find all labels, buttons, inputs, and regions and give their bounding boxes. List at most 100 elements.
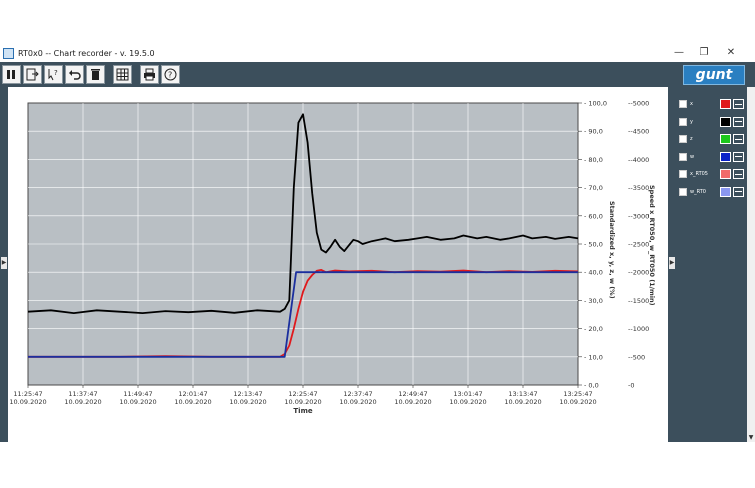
toolbar: ? ?	[0, 62, 755, 87]
y2-tick-label: --2000	[628, 269, 649, 277]
legend-series-name: y	[690, 118, 693, 125]
legend-color-swatch[interactable]	[720, 134, 731, 144]
chart-area: 11:25:47 10.09.2020 11:37:47 10.09.2020 11:4…	[8, 87, 668, 442]
y-tick-label: - 50,0	[584, 241, 603, 249]
x-tick-label: 13:13:47	[508, 390, 537, 398]
x-tick-label: 13:25:47	[563, 390, 592, 398]
scroll-down-arrow-icon[interactable]: ▼	[747, 434, 755, 442]
legend-color-swatch[interactable]	[720, 99, 731, 109]
x-tick-date-label: 10.09.2020	[64, 398, 101, 406]
y-tick-label: - 90,0	[584, 128, 603, 136]
legend-visibility-checkbox[interactable]	[679, 100, 687, 108]
x-tick-date-label: 10.09.2020	[119, 398, 156, 406]
vertical-scrollbar[interactable]: ▼	[747, 87, 755, 442]
legend-visibility-checkbox[interactable]	[679, 135, 687, 143]
x-tick-label: 12:25:47	[288, 390, 317, 398]
y-tick-label: - 100,0	[584, 100, 607, 108]
x-tick-date-label: 10.09.2020	[174, 398, 211, 406]
legend-item: z	[679, 133, 744, 145]
app-icon	[3, 47, 14, 59]
legend-item: w_RT0	[679, 186, 744, 198]
x-tick-date-label: 10.09.2020	[559, 398, 596, 406]
x-tick-label: 12:01:47	[178, 390, 207, 398]
y-tick-label: - 30,0	[584, 297, 603, 305]
x-tick-label: 11:37:47	[68, 390, 97, 398]
y2-tick-label: --1000	[628, 325, 649, 333]
right-collapse-strip: ▶	[668, 87, 676, 442]
x-tick-date-label: 10.09.2020	[229, 398, 266, 406]
legend-visibility-checkbox[interactable]	[679, 170, 687, 178]
x-tick-date-label: 10.09.2020	[394, 398, 431, 406]
x-tick-label: 11:25:47	[13, 390, 42, 398]
legend-line-style-button[interactable]	[733, 134, 744, 144]
close-button[interactable]: ✕	[720, 45, 742, 61]
grid-button[interactable]	[113, 65, 132, 84]
svg-text:?: ?	[168, 71, 172, 80]
x-tick-label: 11:49:47	[123, 390, 152, 398]
y2-tick-label: --1500	[628, 297, 649, 305]
grid-icon	[116, 68, 129, 81]
print-button[interactable]	[140, 65, 159, 84]
legend-visibility-checkbox[interactable]	[679, 117, 687, 126]
maximize-button[interactable]: ❐	[693, 45, 715, 61]
y2-tick-label: --3500	[628, 184, 649, 192]
undo-button[interactable]	[65, 65, 84, 84]
x-tick-label: 13:01:47	[453, 390, 482, 398]
pause-button[interactable]	[2, 65, 21, 84]
legend-item: y	[679, 116, 744, 128]
legend-color-swatch[interactable]	[720, 186, 731, 197]
legend-series-name: x	[690, 101, 693, 107]
collapse-legend-arrow-icon[interactable]: ▶	[669, 257, 675, 269]
line-chart: 11:25:4710.09.202011:37:4710.09.202011:4…	[9, 100, 656, 416]
title-bar: RT0x0 -- Chart recorder - v. 19.5.0 — ❐ …	[0, 44, 755, 62]
legend-series-name: w_RT0	[690, 188, 706, 195]
help-icon: ?	[164, 68, 177, 81]
legend-series-name: x_RT05	[690, 171, 708, 177]
legend-line-style-button[interactable]	[733, 99, 744, 109]
chart-recorder-window: RT0x0 -- Chart recorder - v. 19.5.0 — ❐ …	[0, 44, 755, 442]
legend-visibility-checkbox[interactable]	[679, 187, 687, 196]
legend-color-swatch[interactable]	[720, 151, 731, 162]
legend-item: x_RT05	[679, 168, 744, 180]
expand-left-arrow-icon[interactable]: ▶	[1, 257, 7, 269]
y2-tick-label: --2500	[628, 241, 649, 249]
help-cursor-icon: ?	[48, 69, 58, 81]
x-tick-label: 12:49:47	[398, 390, 427, 398]
y2-axis-label: Speed x_RT050, w_RT050 (1/min)	[648, 185, 656, 306]
y-tick-label: - 0,0	[584, 382, 599, 390]
legend-color-swatch[interactable]	[720, 169, 731, 179]
gunt-logo: gunt	[683, 65, 745, 85]
y2-tick-label: --4000	[628, 156, 649, 164]
legend-series-name: z	[690, 136, 693, 142]
legend-visibility-checkbox[interactable]	[679, 152, 687, 161]
print-icon	[144, 68, 155, 81]
x-tick-date-label: 10.09.2020	[504, 398, 541, 406]
legend-line-style-button[interactable]	[733, 186, 744, 197]
legend-series-name: w	[690, 153, 695, 160]
y-tick-label: - 80,0	[584, 156, 603, 164]
undo-icon	[69, 70, 81, 80]
y-tick-label: - 20,0	[584, 325, 603, 333]
x-axis-label: Time	[293, 407, 312, 415]
left-collapse-strip: ▶	[0, 87, 8, 442]
pause-icon	[7, 70, 15, 79]
minimize-button[interactable]: —	[668, 45, 690, 61]
help-cursor-button[interactable]: ?	[44, 65, 63, 84]
x-tick-date-label: 10.09.2020	[284, 398, 321, 406]
y2-tick-label: --4500	[628, 128, 649, 136]
window-title: RT0x0 -- Chart recorder - v. 19.5.0	[18, 48, 155, 58]
help-button[interactable]: ?	[161, 65, 180, 84]
y-tick-label: - 40,0	[584, 269, 603, 277]
x-tick-date-label: 10.09.2020	[339, 398, 376, 406]
y-tick-label: - 10,0	[584, 353, 603, 361]
legend-color-swatch[interactable]	[720, 116, 731, 127]
legend-line-style-button[interactable]	[733, 151, 744, 162]
y2-tick-label: -0	[628, 382, 634, 390]
legend-line-style-button[interactable]	[733, 116, 744, 127]
y-tick-label: - 70,0	[584, 184, 603, 192]
legend-line-style-button[interactable]	[733, 169, 744, 179]
delete-button[interactable]	[86, 65, 105, 84]
legend-item: x	[679, 98, 744, 110]
x-tick-date-label: 10.09.2020	[9, 398, 46, 406]
export-button[interactable]	[23, 65, 42, 84]
